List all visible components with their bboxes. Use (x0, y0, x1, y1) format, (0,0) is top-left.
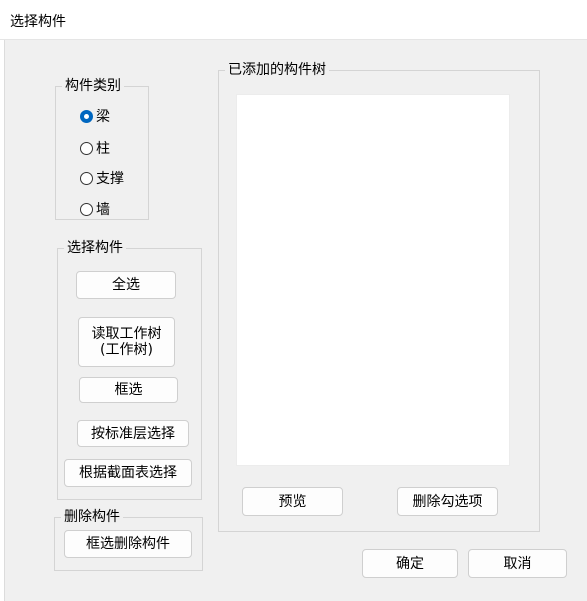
radio-beam-label: 梁 (96, 109, 110, 125)
component-type-legend: 构件类别 (65, 78, 121, 94)
box-select-button[interactable]: 框选 (79, 377, 178, 403)
radio-beam-indicator (80, 109, 93, 123)
radio-brace-indicator (80, 171, 93, 185)
radio-column[interactable]: 柱 (80, 138, 110, 158)
box-select-label: 框选 (114, 382, 143, 398)
window-title: 选择构件 (10, 14, 66, 30)
read-work-tree-button[interactable]: 读取工作树 (工作树) (78, 317, 175, 367)
delete-checked-button[interactable]: 删除勾选项 (397, 487, 498, 516)
cancel-button[interactable]: 取消 (468, 549, 567, 578)
read-work-tree-label-1: 读取工作树 (91, 326, 162, 342)
preview-button[interactable]: 预览 (242, 487, 343, 516)
component-tree-view[interactable] (236, 94, 510, 466)
radio-brace-label: 支撑 (96, 171, 124, 187)
radio-wall-indicator (80, 202, 93, 216)
radio-column-indicator (80, 141, 93, 155)
radio-brace[interactable]: 支撑 (80, 168, 124, 188)
ok-button[interactable]: 确定 (362, 549, 458, 578)
select-by-section-button[interactable]: 根据截面表选择 (64, 459, 192, 487)
select-by-section-label: 根据截面表选择 (79, 465, 177, 481)
box-delete-label: 框选删除构件 (86, 536, 170, 552)
select-all-button[interactable]: 全选 (76, 271, 176, 299)
preview-label: 预览 (278, 493, 307, 510)
window-left-border (4, 40, 5, 601)
read-work-tree-label-2: (工作树) (100, 342, 153, 358)
added-tree-legend: 已添加的构件树 (228, 62, 326, 78)
title-bar: 选择构件 (0, 0, 587, 40)
select-by-floor-label: 按标准层选择 (91, 425, 175, 442)
radio-wall[interactable]: 墙 (80, 199, 110, 219)
radio-column-label: 柱 (96, 141, 110, 157)
cancel-label: 取消 (503, 555, 532, 572)
select-all-label: 全选 (112, 277, 140, 293)
radio-wall-label: 墙 (96, 202, 110, 218)
select-by-floor-button[interactable]: 按标准层选择 (77, 420, 189, 447)
select-components-legend: 选择构件 (67, 240, 123, 256)
ok-label: 确定 (396, 555, 424, 572)
delete-components-legend: 删除构件 (64, 509, 120, 525)
radio-beam[interactable]: 梁 (80, 106, 110, 126)
box-delete-button[interactable]: 框选删除构件 (64, 530, 192, 558)
delete-checked-label: 删除勾选项 (412, 493, 483, 510)
